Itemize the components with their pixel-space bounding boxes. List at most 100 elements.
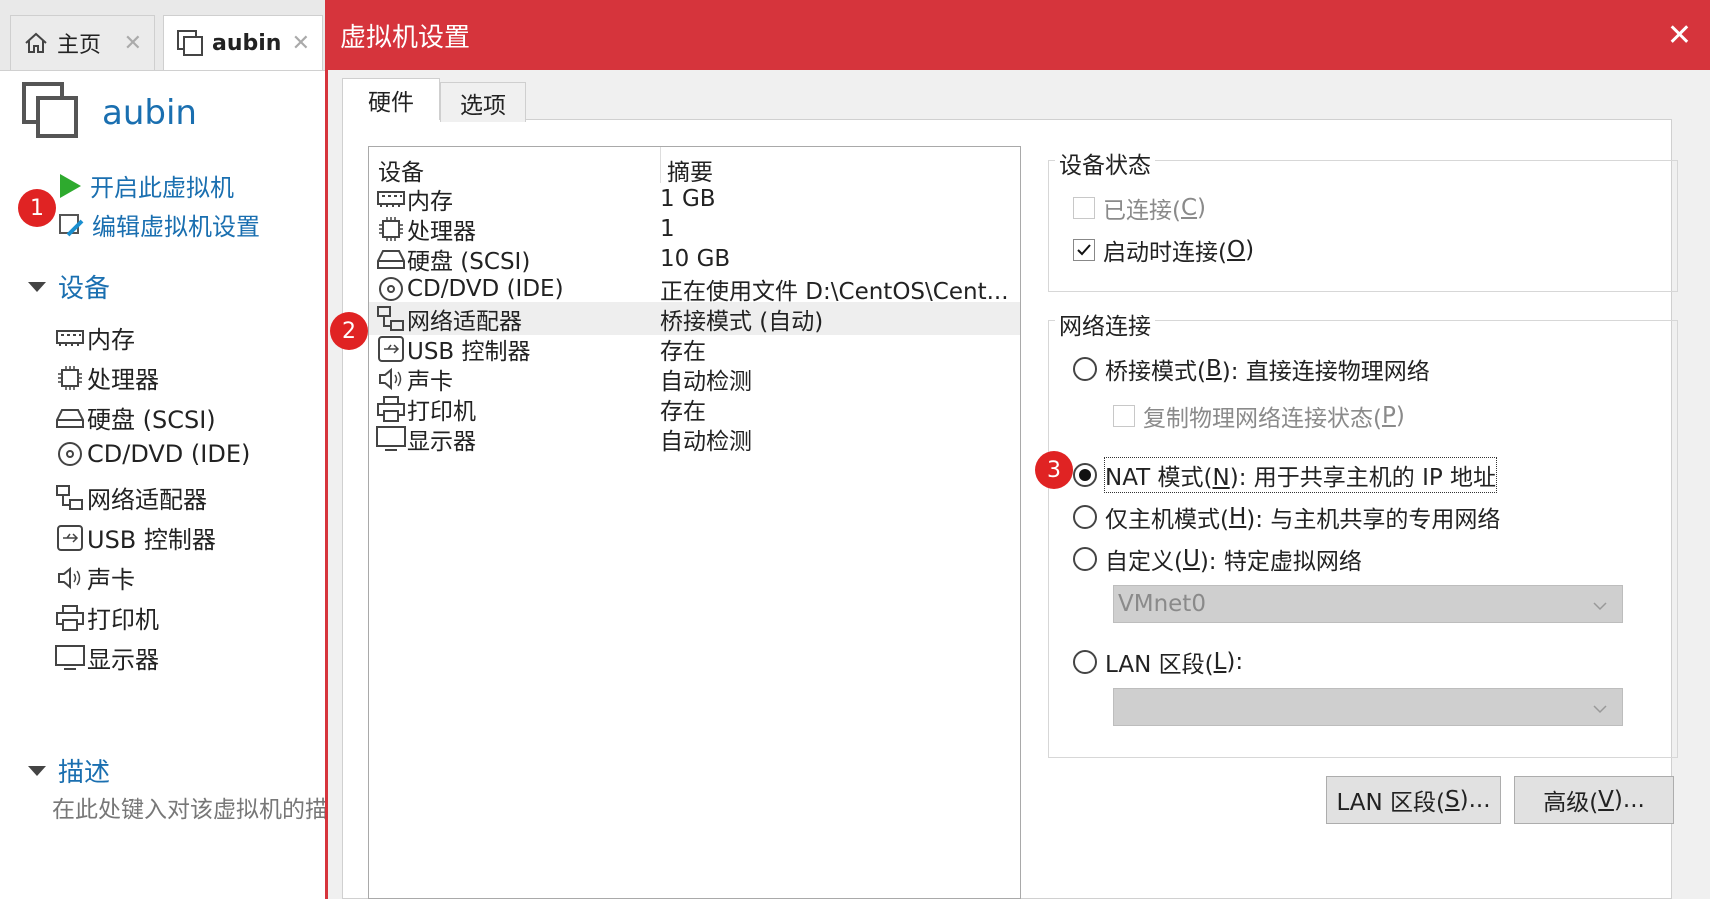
- accelerator-key: S: [1445, 787, 1460, 813]
- device-label: CD/DVD (IDE): [87, 440, 251, 468]
- device-item-harddisk[interactable]: 硬盘 (SCSI): [55, 400, 216, 435]
- checkbox-box: [1113, 405, 1135, 427]
- connect-on-start-checkbox[interactable]: 启动时连接(O): [1073, 233, 1254, 267]
- device-status-label: 设备状态: [1055, 146, 1155, 180]
- row-device: 内存: [407, 188, 453, 215]
- list-row[interactable]: 声卡 自动检测: [369, 362, 1020, 395]
- lan-segment-radio[interactable]: LAN 区段(L):: [1073, 645, 1243, 679]
- printer-icon: [375, 395, 407, 422]
- vm-title: aubin: [102, 93, 197, 133]
- description-section-header[interactable]: 描述: [28, 752, 110, 789]
- tab-options[interactable]: 选项: [440, 82, 526, 122]
- accelerator-key: O: [1226, 237, 1246, 263]
- advanced-button[interactable]: 高级(V)...: [1514, 776, 1674, 824]
- close-icon[interactable]: ✕: [124, 31, 142, 56]
- harddisk-icon: [375, 248, 407, 270]
- column-divider[interactable]: [660, 147, 661, 183]
- device-item-sound[interactable]: 声卡: [55, 560, 135, 595]
- radio-circle: [1073, 547, 1097, 571]
- cd-icon: [375, 276, 407, 302]
- memory-icon: [55, 328, 85, 348]
- edit-settings-label: 编辑虚拟机设置: [92, 213, 260, 241]
- custom-radio[interactable]: 自定义(U): 特定虚拟网络: [1073, 542, 1362, 576]
- device-item-usb[interactable]: USB 控制器: [55, 520, 216, 555]
- printer-icon: [55, 604, 85, 631]
- device-label: 内存: [87, 326, 135, 354]
- host-only-radio[interactable]: 仅主机模式(H): 与主机共享的专用网络: [1073, 500, 1500, 534]
- power-on-link[interactable]: 开启此虚拟机: [58, 168, 234, 203]
- option-text: 仅主机模式(: [1105, 507, 1229, 533]
- harddisk-icon: [55, 407, 85, 429]
- custom-network-select[interactable]: VMnet0: [1113, 585, 1623, 623]
- vm-icon: [176, 29, 204, 57]
- home-icon: [23, 30, 49, 56]
- list-row[interactable]: 内存 1 GB: [369, 182, 1020, 215]
- row-summary: 自动检测: [660, 368, 752, 395]
- nat-radio[interactable]: NAT 模式(N): 用于共享主机的 IP 地址: [1073, 457, 1498, 493]
- list-row[interactable]: USB 控制器 存在: [369, 332, 1020, 365]
- device-item-display[interactable]: 显示器: [55, 640, 159, 675]
- button-text: )...: [1613, 787, 1645, 813]
- device-label: 打印机: [87, 606, 159, 634]
- cpu-icon: [375, 216, 407, 242]
- devices-section-header[interactable]: 设备: [28, 268, 110, 305]
- collapse-icon: [28, 281, 46, 292]
- row-device: 显示器: [407, 428, 476, 455]
- row-summary: 1 GB: [660, 185, 716, 212]
- tab-bar: 主页 ✕ aubin ✕: [0, 0, 326, 71]
- row-device: USB 控制器: [407, 338, 531, 365]
- tab-label: 主页: [57, 33, 102, 58]
- button-text: 高级(: [1543, 790, 1599, 816]
- tab-home[interactable]: 主页 ✕: [10, 15, 155, 70]
- list-row-selected[interactable]: 网络适配器 桥接模式 (自动): [369, 302, 1020, 335]
- device-item-cpu[interactable]: 处理器: [55, 360, 159, 395]
- list-row[interactable]: 打印机 存在: [369, 392, 1020, 425]
- replicate-state-checkbox[interactable]: 复制物理网络连接状态(P): [1113, 399, 1405, 433]
- vm-settings-dialog: 虚拟机设置 ✕ 硬件 选项 设备 摘要 内存 1 GB 处理器 1 硬盘 (SC…: [325, 0, 1710, 899]
- display-icon: [375, 425, 407, 452]
- device-item-printer[interactable]: 打印机: [55, 600, 159, 635]
- list-row[interactable]: 显示器 自动检测: [369, 422, 1020, 455]
- play-icon: [58, 173, 82, 199]
- option-text: ): [1245, 237, 1255, 263]
- row-summary: 自动检测: [660, 428, 752, 455]
- vm-icon: [22, 82, 80, 144]
- device-label: 处理器: [87, 366, 159, 394]
- radio-circle: [1073, 650, 1097, 674]
- device-label: USB 控制器: [87, 526, 216, 554]
- cd-icon: [55, 441, 85, 467]
- tab-vm[interactable]: aubin ✕: [163, 15, 323, 70]
- device-label: 硬盘 (SCSI): [87, 406, 216, 434]
- step-badge-1: 1: [18, 189, 56, 227]
- close-icon[interactable]: ✕: [292, 31, 310, 56]
- checkbox-box: [1073, 239, 1095, 261]
- power-on-label: 开启此虚拟机: [90, 174, 234, 202]
- device-item-network[interactable]: 网络适配器: [55, 480, 207, 515]
- tab-hardware[interactable]: 硬件: [342, 78, 440, 120]
- list-row[interactable]: 处理器 1: [369, 212, 1020, 245]
- radio-circle: [1073, 463, 1097, 487]
- connected-checkbox[interactable]: 已连接(C): [1073, 191, 1206, 225]
- row-summary: 1: [660, 215, 675, 242]
- option-text: ): 直接连接物理网络: [1221, 359, 1430, 385]
- accelerator-key: C: [1180, 195, 1198, 221]
- description-placeholder[interactable]: 在此处键入对该虚拟机的描述。: [52, 790, 327, 824]
- device-item-memory[interactable]: 内存: [55, 320, 135, 355]
- bridged-radio[interactable]: 桥接模式(B): 直接连接物理网络: [1073, 352, 1430, 386]
- tab-label: aubin: [212, 30, 282, 56]
- list-row[interactable]: CD/DVD (IDE) 正在使用文件 D:\CentOS\Cent...: [369, 272, 1020, 305]
- lan-segment-select[interactable]: [1113, 688, 1623, 726]
- row-device: 网络适配器: [407, 308, 522, 335]
- dialog-title: 虚拟机设置: [340, 22, 471, 53]
- sound-icon: [375, 367, 407, 391]
- checkmark-icon: [1077, 244, 1091, 256]
- edit-settings-link[interactable]: 编辑虚拟机设置: [58, 207, 260, 242]
- close-icon[interactable]: ✕: [1667, 18, 1692, 53]
- device-item-cd[interactable]: CD/DVD (IDE): [55, 440, 250, 468]
- row-summary: 存在: [660, 398, 706, 425]
- accelerator-key: V: [1598, 787, 1614, 813]
- collapse-icon: [28, 765, 46, 776]
- list-row[interactable]: 硬盘 (SCSI) 10 GB: [369, 242, 1020, 275]
- checkbox-box: [1073, 197, 1095, 219]
- lan-segments-button[interactable]: LAN 区段(S)...: [1326, 776, 1501, 824]
